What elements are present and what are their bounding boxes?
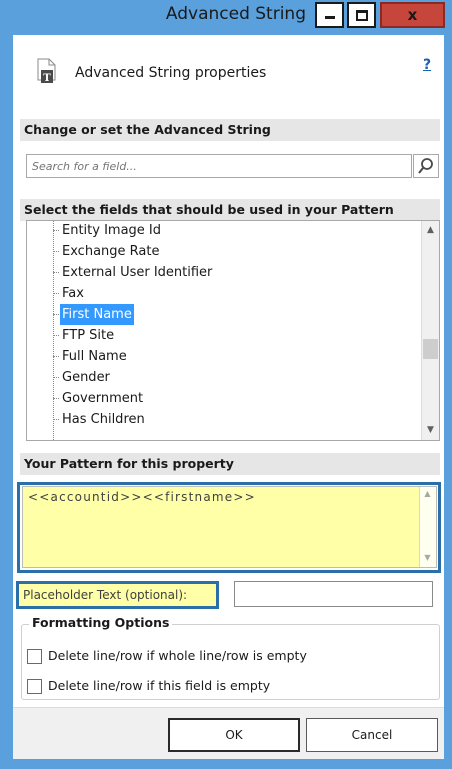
ok-button[interactable]: OK xyxy=(168,718,300,752)
search-field-input[interactable] xyxy=(26,154,412,178)
dialog-window: Advanced String x T Advanced String prop… xyxy=(0,0,452,769)
delete-line-if-field-empty-checkbox[interactable] xyxy=(27,679,42,694)
maximize-button[interactable] xyxy=(347,2,376,28)
pattern-scrollbar[interactable]: ▲ ▼ xyxy=(419,487,436,567)
formatting-options-title: Formatting Options xyxy=(29,615,173,630)
section-change-header: Change or set the Advanced String xyxy=(20,119,440,141)
section-select-header: Select the fields that should be used in… xyxy=(20,199,440,221)
dialog-body: T Advanced String properties ? Change or… xyxy=(13,35,444,759)
search-button[interactable] xyxy=(413,154,439,178)
delete-line-if-empty-checkbox[interactable] xyxy=(27,649,42,664)
tree-scrollbar[interactable]: ▲ ▼ xyxy=(421,221,439,440)
placeholder-label: Placeholder Text (optional): xyxy=(19,584,216,606)
close-button[interactable]: x xyxy=(380,2,445,28)
scroll-up-arrow-icon[interactable]: ▲ xyxy=(420,489,436,498)
pattern-value: <<accountid>><<firstname>> xyxy=(28,490,256,504)
scroll-down-arrow-icon[interactable]: ▼ xyxy=(422,422,439,439)
section-pattern-header: Your Pattern for this property xyxy=(20,453,440,475)
pattern-textarea[interactable]: <<accountid>><<firstname>> ▲ ▼ xyxy=(22,486,437,568)
svg-text:T: T xyxy=(43,73,51,84)
delete-line-if-field-empty-label[interactable]: Delete line/row if this field is empty xyxy=(48,678,270,693)
scroll-down-arrow-icon[interactable]: ▼ xyxy=(420,553,436,562)
dialog-header-title: Advanced String properties xyxy=(75,65,267,81)
help-link[interactable]: ? xyxy=(423,57,431,73)
delete-line-if-empty-label[interactable]: Delete line/row if whole line/row is emp… xyxy=(48,648,307,663)
search-icon xyxy=(418,158,433,174)
minimize-button[interactable] xyxy=(315,2,344,28)
tree-connector-line xyxy=(53,221,54,440)
scrollbar-thumb[interactable] xyxy=(423,339,438,359)
window-title: Advanced String xyxy=(165,4,306,24)
document-t-icon: T xyxy=(37,58,56,84)
title-bar[interactable]: Advanced String x xyxy=(0,0,452,34)
placeholder-input[interactable] xyxy=(234,581,433,607)
field-tree[interactable]: Entity Image Id Exchange Rate External U… xyxy=(26,220,440,441)
cancel-button[interactable]: Cancel xyxy=(306,718,438,752)
scroll-up-arrow-icon[interactable]: ▲ xyxy=(422,222,439,239)
